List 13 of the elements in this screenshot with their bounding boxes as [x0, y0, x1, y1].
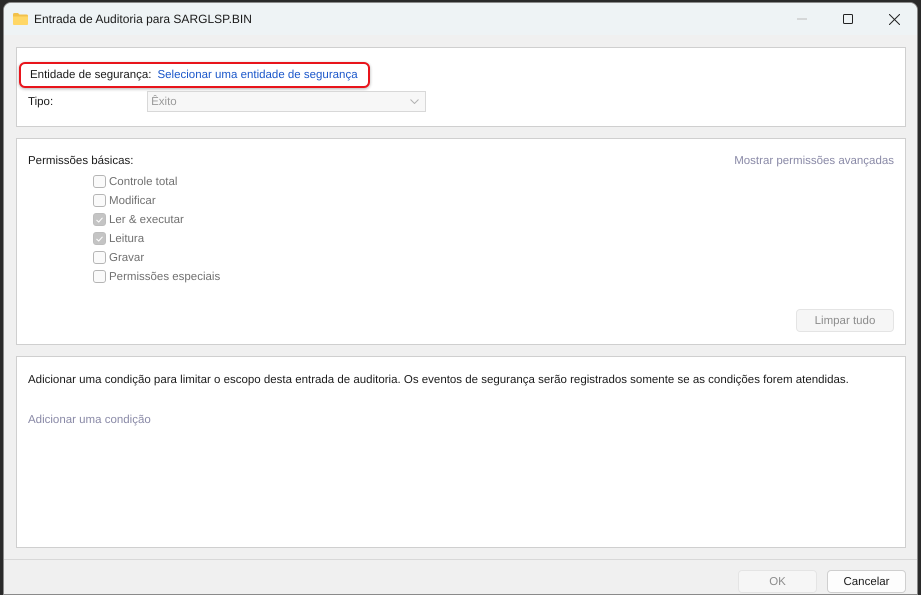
checkmark-icon: [96, 236, 103, 242]
maximize-icon[interactable]: [843, 14, 853, 24]
permissions-label: Permissões básicas:: [28, 155, 134, 167]
checkmark-icon: [96, 216, 103, 222]
window-title: Entrada de Auditoria para SARGLSP.BIN: [34, 12, 253, 26]
chevron-down-icon: [410, 99, 420, 104]
principal-label: Entidade de segurança:: [30, 69, 152, 81]
dialog-button[interactable]: Cancelar: [827, 570, 906, 593]
close-icon[interactable]: [888, 14, 900, 24]
folder-icon: [13, 13, 28, 25]
select-principal-link[interactable]: Selecionar uma entidade de segurança: [157, 69, 358, 81]
type-label: Tipo:: [28, 96, 54, 108]
condition-description: Adicionar uma condição para limitar o escopo desta entrada de auditoria. Os eventos de segurança serão registrados somente se as condições forem atendidas.: [28, 374, 850, 386]
